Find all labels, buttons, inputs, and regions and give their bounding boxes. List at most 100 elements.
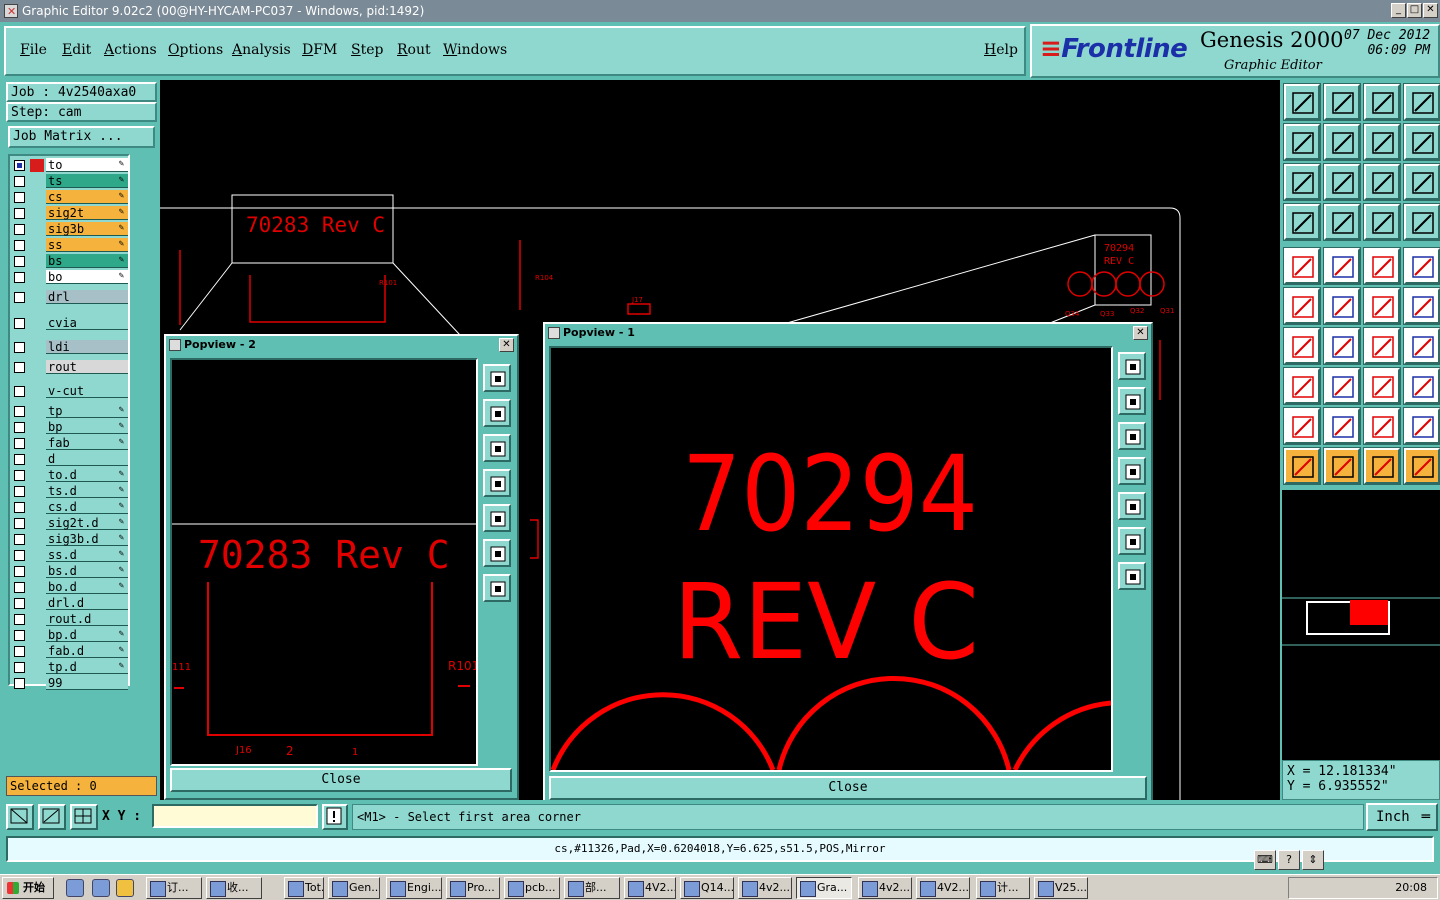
layer-row-v-cut[interactable]: v-cut <box>12 384 128 398</box>
layer-off-tool-button[interactable] <box>1403 203 1440 241</box>
scale-1to1-tool-button[interactable] <box>1363 163 1401 201</box>
contour-tool-button[interactable] <box>1403 407 1440 445</box>
layer-row-drl[interactable]: drl <box>12 290 128 304</box>
layer-name[interactable]: bs <box>46 254 128 268</box>
layer-name[interactable]: bp.d <box>46 628 128 642</box>
measure-button[interactable] <box>38 804 66 830</box>
layer-checkbox[interactable] <box>14 518 25 529</box>
zoom-home-tool-button[interactable] <box>1283 83 1321 121</box>
popview-1-titlebar[interactable]: Popview - 1 ✕ <box>545 324 1151 342</box>
taskbar-item[interactable]: 部... <box>564 877 620 899</box>
select-pad-tool-button[interactable] <box>1283 367 1321 405</box>
layer-checkbox[interactable] <box>14 342 25 353</box>
job-matrix-button[interactable]: Job Matrix ... <box>8 126 155 148</box>
layer-checkbox[interactable] <box>14 208 25 219</box>
layer-checkbox[interactable] <box>14 192 25 203</box>
layer-name[interactable]: sig2t <box>46 206 128 220</box>
layer-row-ldi[interactable]: ldi <box>12 340 128 354</box>
route-tool-button[interactable] <box>1403 447 1440 485</box>
layer-name[interactable]: ts.d <box>46 484 128 498</box>
layer-name[interactable]: cs.d <box>46 500 128 514</box>
layer-checkbox[interactable] <box>14 470 25 481</box>
layer-row-tp[interactable]: tp ✎ <box>12 404 128 418</box>
menu-step[interactable]: Step <box>351 42 383 58</box>
layer-row-to[interactable]: to ✎ <box>12 158 128 172</box>
unit-selector[interactable]: Inch ═ <box>1366 803 1438 831</box>
layer-name[interactable]: ss.d <box>46 548 128 562</box>
layer-name[interactable]: ts <box>46 174 128 188</box>
taskbar-item[interactable]: Tot... <box>284 877 324 899</box>
add-pad-tool-button[interactable] <box>1283 247 1321 285</box>
pointer-tool-button[interactable] <box>1283 447 1321 485</box>
layer-checkbox[interactable] <box>14 566 25 577</box>
popview-2-zoom-center-button[interactable] <box>483 574 511 602</box>
connect-tool-button[interactable] <box>1283 287 1321 325</box>
menu-actions[interactable]: Actions <box>104 42 157 58</box>
copy-tool-button[interactable] <box>1403 287 1440 325</box>
layer-row-to.d[interactable]: to.d ✎ <box>12 468 128 482</box>
polygon-tool-button[interactable] <box>1363 407 1401 445</box>
start-button[interactable]: 开始 <box>2 877 54 899</box>
popview-2-canvas[interactable]: 70283 Rev C 111 R101 J16 2 1 <box>170 358 478 766</box>
layer-checkbox[interactable] <box>14 160 25 171</box>
snap-button[interactable] <box>6 804 34 830</box>
menu-rout[interactable]: Rout <box>397 42 431 58</box>
layer-checkbox[interactable] <box>14 598 25 609</box>
layer-row-rout[interactable]: rout <box>12 360 128 374</box>
zoom-page-tool-button[interactable] <box>1323 83 1361 121</box>
layer-checkbox[interactable] <box>14 256 25 267</box>
taskbar-item[interactable]: Engi... <box>386 877 442 899</box>
layer-checkbox[interactable] <box>14 240 25 251</box>
layer-name[interactable]: cvia <box>46 316 128 330</box>
layer-row-bo.d[interactable]: bo.d ✎ <box>12 580 128 594</box>
popview-1-canvas[interactable]: 70294 REV C <box>549 346 1113 772</box>
taskbar-item[interactable]: pcb... <box>504 877 560 899</box>
layer-row-ts.d[interactable]: ts.d ✎ <box>12 484 128 498</box>
layer-name[interactable]: 99 <box>46 676 128 690</box>
layer-row-cvia[interactable]: cvia <box>12 316 128 330</box>
measure-tool-button[interactable] <box>1323 203 1361 241</box>
layer-name[interactable]: bs.d <box>46 564 128 578</box>
layer-row-ss[interactable]: ss ✎ <box>12 238 128 252</box>
popview-1-fit-all-button[interactable] <box>1118 527 1146 555</box>
quicklaunch-app-icon[interactable] <box>116 879 134 897</box>
layer-name[interactable]: tp.d <box>46 660 128 674</box>
overview-viewport[interactable] <box>1350 600 1388 625</box>
popview-2-titlebar[interactable]: Popview - 2 ✕ <box>166 336 517 354</box>
layer-checkbox[interactable] <box>14 176 25 187</box>
popview-1-popview-link-button[interactable] <box>1118 352 1146 380</box>
xy-input[interactable] <box>152 804 318 828</box>
minimize-button[interactable]: _ <box>1391 3 1406 18</box>
layer-name[interactable]: sig2t.d <box>46 516 128 530</box>
layer-name[interactable]: cs <box>46 190 128 204</box>
overview-map[interactable] <box>1282 490 1440 760</box>
layer-row-cs.d[interactable]: cs.d ✎ <box>12 500 128 514</box>
layer-checkbox[interactable] <box>14 662 25 673</box>
help-icon[interactable]: ? <box>1278 850 1300 870</box>
taskbar-item[interactable]: Pro... <box>446 877 500 899</box>
layer-name[interactable]: drl.d <box>46 596 128 610</box>
layer-checkbox[interactable] <box>14 362 25 373</box>
arc-tool-button[interactable] <box>1323 407 1361 445</box>
query-tool-button[interactable] <box>1403 163 1440 201</box>
layer-row-sig3b.d[interactable]: sig3b.d ✎ <box>12 532 128 546</box>
layer-row-bs.d[interactable]: bs.d ✎ <box>12 564 128 578</box>
layer-name[interactable]: tp <box>46 404 128 418</box>
layer-name[interactable]: bp <box>46 420 128 434</box>
popview-1-pan-left-button[interactable] <box>1118 457 1146 485</box>
layer-name[interactable]: fab <box>46 436 128 450</box>
layer-row-tp.d[interactable]: tp.d ✎ <box>12 660 128 674</box>
delete-tool-button[interactable] <box>1323 287 1361 325</box>
snap-grid-tool-button[interactable] <box>1283 203 1321 241</box>
popview-2-close-button[interactable]: Close <box>170 768 512 792</box>
layer-name[interactable]: sig3b.d <box>46 532 128 546</box>
popview-2-pan-up-button[interactable] <box>483 399 511 427</box>
taskbar-item[interactable]: Gen... <box>328 877 380 899</box>
home-tool-button[interactable] <box>1363 83 1401 121</box>
layer-checkbox[interactable] <box>14 406 25 417</box>
scroll-icon[interactable]: ⇕ <box>1302 850 1324 870</box>
layer-row-fab.d[interactable]: fab.d ✎ <box>12 644 128 658</box>
grid-button[interactable] <box>70 804 98 830</box>
layer-row-d[interactable]: d <box>12 452 128 466</box>
popview-2-popview-link-button[interactable] <box>483 364 511 392</box>
